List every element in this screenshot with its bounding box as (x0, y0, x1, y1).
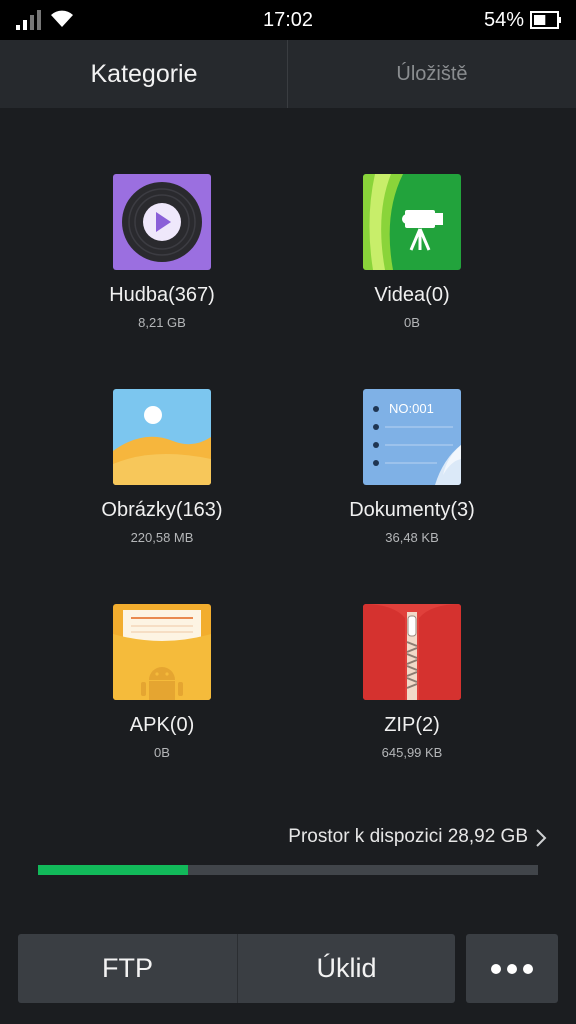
tab-kategorie[interactable]: Kategorie (0, 40, 288, 108)
category-size: 36,48 KB (385, 530, 439, 545)
chevron-right-icon[interactable] (534, 828, 548, 848)
storage-progress-bar (38, 865, 538, 875)
category-size: 0B (154, 745, 170, 760)
image-icon (113, 389, 211, 485)
tab-bar: Kategorie Úložiště (0, 40, 576, 108)
category-music[interactable]: Hudba(367) 8,21 GB (18, 174, 306, 330)
battery-percent: 54% (483, 9, 524, 31)
category-label: ZIP(2) (384, 714, 440, 736)
category-size: 220,58 MB (130, 530, 194, 545)
status-bar: 17:02 54% (0, 0, 576, 40)
ftp-button[interactable]: FTP (18, 934, 237, 1003)
category-apk[interactable]: APK(0) 0B (18, 604, 306, 760)
category-size: 0B (404, 315, 420, 330)
category-zip[interactable]: ZIP(2) 645,99 KB (268, 604, 556, 760)
more-icon (491, 963, 533, 974)
category-video[interactable]: Videa(0) 0B (268, 174, 556, 330)
bottom-button-group: FTP Úklid (18, 934, 455, 1003)
music-icon (113, 174, 211, 270)
battery-icon (530, 11, 561, 29)
category-documents[interactable]: NO:001 Dokumenty(3) 36,48 KB (268, 389, 556, 545)
category-size: 645,99 KB (381, 745, 443, 760)
cleanup-button[interactable]: Úklid (238, 934, 455, 1003)
category-label: Hudba(367) (109, 284, 215, 306)
document-icon-text: NO:001 (389, 401, 434, 416)
apk-icon (113, 604, 211, 700)
category-images[interactable]: Obrázky(163) 220,58 MB (18, 389, 306, 545)
storage-progress-fill (38, 865, 188, 875)
tab-uloziste[interactable]: Úložiště (288, 40, 576, 108)
category-size: 8,21 GB (138, 315, 186, 330)
category-label: Videa(0) (374, 284, 450, 306)
more-button[interactable] (466, 934, 558, 1003)
category-label: Dokumenty(3) (349, 499, 475, 521)
video-icon (363, 174, 461, 270)
category-label: APK(0) (129, 714, 195, 736)
storage-available[interactable]: Prostor k dispozici 28,92 GB (288, 826, 528, 848)
document-icon: NO:001 (363, 389, 461, 485)
zip-icon (363, 604, 461, 700)
category-label: Obrázky(163) (101, 499, 223, 521)
